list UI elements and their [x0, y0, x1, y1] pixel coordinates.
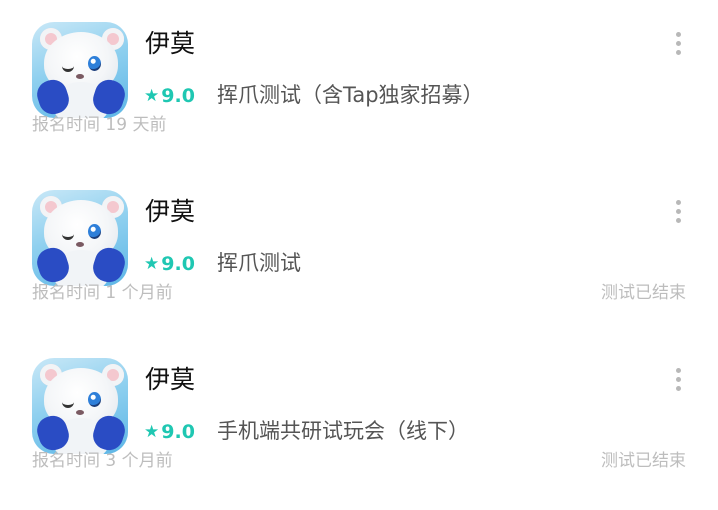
rating-score: 9.0 — [161, 85, 195, 107]
app-name[interactable]: 伊莫 — [145, 28, 195, 60]
app-icon[interactable] — [32, 190, 128, 286]
bear-eye-graphic — [88, 56, 101, 71]
app-name[interactable]: 伊莫 — [145, 196, 195, 228]
bear-nose-graphic — [76, 242, 84, 247]
star-icon: ★ — [144, 254, 160, 274]
rating-score: 9.0 — [161, 253, 195, 275]
rating: ★ 9.0 — [144, 418, 195, 446]
bear-eye-graphic — [88, 224, 101, 239]
app-icon[interactable] — [32, 358, 128, 454]
test-name: 挥爪测试 — [217, 251, 301, 275]
rating: ★ 9.0 — [144, 82, 195, 110]
bear-nose-graphic — [76, 410, 84, 415]
app-icon[interactable] — [32, 22, 128, 118]
signup-time: 报名时间 19 天前 — [32, 115, 167, 135]
signup-time: 报名时间 3 个月前 — [32, 451, 173, 471]
bear-eye-graphic — [88, 392, 101, 407]
test-status: 测试已结束 — [601, 283, 686, 303]
test-entry-card[interactable]: 伊莫 ★ 9.0 手机端共研试玩会（线下） — [32, 358, 712, 458]
test-name: 挥爪测试（含Tap独家招募） — [217, 83, 484, 107]
more-vertical-icon[interactable] — [674, 368, 682, 396]
test-entry-card[interactable]: 伊莫 ★ 9.0 挥爪测试（含Tap独家招募） — [32, 22, 712, 122]
app-name[interactable]: 伊莫 — [145, 364, 195, 396]
star-icon: ★ — [144, 86, 160, 106]
bear-nose-graphic — [76, 74, 84, 79]
test-entry-card[interactable]: 伊莫 ★ 9.0 挥爪测试 — [32, 190, 712, 290]
signup-time: 报名时间 1 个月前 — [32, 283, 173, 303]
test-status: 测试已结束 — [601, 451, 686, 471]
rating: ★ 9.0 — [144, 250, 195, 278]
test-entry: 伊莫 ★ 9.0 挥爪测试（含Tap独家招募） 报名时间 19 天前 — [0, 0, 718, 168]
star-icon: ★ — [144, 422, 160, 442]
rating-score: 9.0 — [161, 421, 195, 443]
test-name: 手机端共研试玩会（线下） — [217, 419, 469, 443]
test-entry: 伊莫 ★ 9.0 手机端共研试玩会（线下） 报名时间 3 个月前 测试已结束 — [0, 336, 718, 504]
more-vertical-icon[interactable] — [674, 32, 682, 60]
test-entry: 伊莫 ★ 9.0 挥爪测试 报名时间 1 个月前 测试已结束 — [0, 168, 718, 336]
more-vertical-icon[interactable] — [674, 200, 682, 228]
